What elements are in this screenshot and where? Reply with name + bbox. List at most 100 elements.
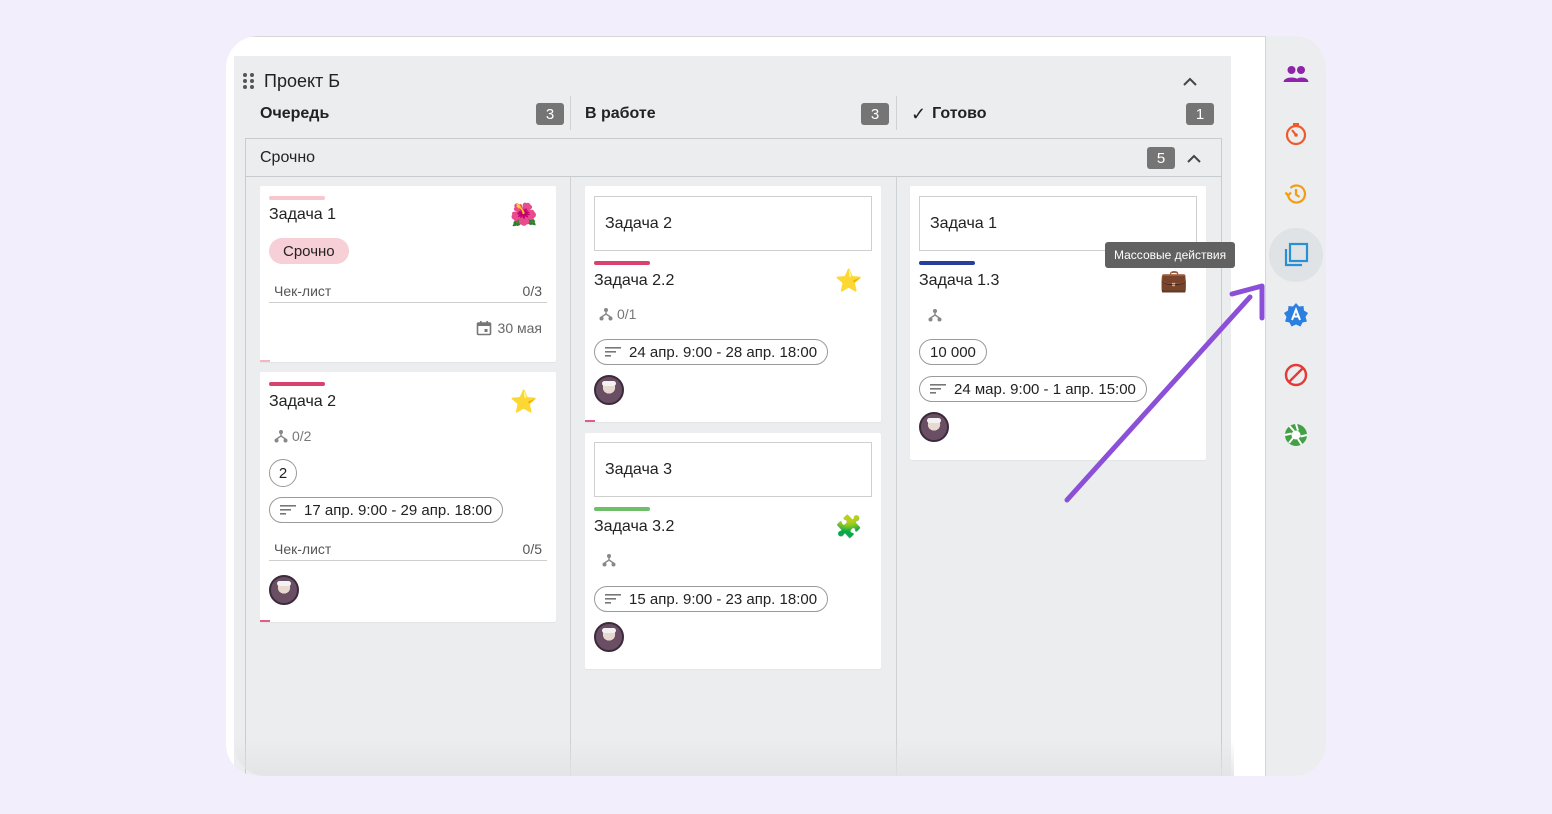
chevron-up-icon xyxy=(1183,77,1197,86)
assignee-avatar[interactable] xyxy=(919,412,949,442)
subtasks-icon xyxy=(602,554,616,567)
flower-icon: 🌺 xyxy=(510,202,538,227)
timeline-icon xyxy=(605,347,621,357)
corner-mark xyxy=(585,420,595,422)
history-icon xyxy=(1284,184,1307,204)
checklist-row[interactable]: Чек-лист 0/3 xyxy=(269,283,547,303)
sidebar-button-bulk-actions[interactable] xyxy=(1269,228,1323,282)
sidebar-button-timer[interactable] xyxy=(1269,107,1323,161)
column-divider xyxy=(896,177,897,776)
date-range-pill[interactable]: 15 апр. 9:00 - 23 апр. 18:00 xyxy=(594,586,829,612)
assignee-avatar[interactable] xyxy=(594,622,624,652)
star-icon: ⭐ xyxy=(510,389,538,414)
task-card[interactable]: Задача 1 🌺 Срочно Чек-лист 0/3 30 мая xyxy=(260,186,556,362)
card-title: Задача 3.2 xyxy=(594,518,675,535)
sidebar-button-history[interactable] xyxy=(1269,167,1323,221)
timeline-icon xyxy=(930,384,946,394)
date-range-pill[interactable]: 24 мар. 9:00 - 1 апр. 15:00 xyxy=(919,376,1147,402)
checklist-count: 0/5 xyxy=(522,541,542,557)
project-collapse-button[interactable] xyxy=(1179,70,1201,92)
estimate-pill[interactable]: 10 000 xyxy=(919,339,987,365)
checklist-label: Чек-лист xyxy=(274,283,332,299)
column-header-done[interactable]: ✓ Готово xyxy=(911,96,987,132)
due-date: 30 мая xyxy=(476,320,542,336)
subtasks-counter[interactable] xyxy=(928,308,942,322)
timeline-icon xyxy=(605,594,621,604)
card-color-bar xyxy=(269,382,325,386)
swimlane-header[interactable]: Срочно 5 xyxy=(246,139,1221,177)
parent-task[interactable]: Задача 3 xyxy=(594,442,872,497)
card-title: Задача 2 xyxy=(269,393,337,410)
task-card[interactable]: Задача 2 ⭐ 0/2 2 17 апр. 9:00 - 29 апр. … xyxy=(260,372,556,622)
bulk-actions-icon xyxy=(1284,242,1309,267)
sidebar-button-aperture[interactable] xyxy=(1269,408,1323,462)
auto-badge-icon xyxy=(1284,303,1308,327)
checklist-row[interactable]: Чек-лист 0/5 xyxy=(269,541,547,561)
column-count-badge: 3 xyxy=(536,103,564,125)
column-label: Очередь xyxy=(260,105,330,122)
task-card[interactable]: Задача 2 Задача 2.2 ⭐ 0/1 24 апр. 9:00 -… xyxy=(585,186,881,422)
swimlane-count-badge: 5 xyxy=(1147,147,1175,169)
date-range-pill[interactable]: 24 апр. 9:00 - 28 апр. 18:00 xyxy=(594,339,829,365)
date-range-text: 15 апр. 9:00 - 23 апр. 18:00 xyxy=(629,590,818,608)
column-label: В работе xyxy=(585,105,656,122)
subtasks-counter[interactable]: 0/2 xyxy=(274,428,311,444)
column-header-in-progress[interactable]: В работе xyxy=(585,96,656,132)
sidebar-button-block[interactable] xyxy=(1269,348,1323,402)
date-range-text: 24 апр. 9:00 - 28 апр. 18:00 xyxy=(629,343,818,361)
calendar-icon xyxy=(476,321,491,336)
due-date-text: 30 мая xyxy=(497,320,542,336)
sidebar-button-people[interactable] xyxy=(1269,47,1323,101)
tag-urgent[interactable]: Срочно xyxy=(269,238,349,264)
column-header-queue[interactable]: Очередь xyxy=(260,96,329,132)
timeline-icon xyxy=(280,505,296,515)
card-color-bar xyxy=(919,261,975,265)
task-card[interactable]: Задача 1 Задача 1.3 💼 10 000 24 мар. 9:0… xyxy=(910,186,1206,460)
app-window: Проект Б Очередь 3 В работе 3 ✓ Готово 1 xyxy=(226,36,1326,776)
timer-icon xyxy=(1285,123,1307,146)
star-icon: ⭐ xyxy=(835,268,863,293)
subtasks-count: 0/1 xyxy=(617,306,637,322)
check-icon: ✓ xyxy=(911,103,927,124)
date-range-pill[interactable]: 17 апр. 9:00 - 29 апр. 18:00 xyxy=(269,497,504,523)
column-count-badge: 1 xyxy=(1186,103,1214,125)
tooltip-bulk-actions: Массовые действия xyxy=(1105,242,1236,268)
swimlane-collapse-button[interactable] xyxy=(1183,147,1205,169)
puzzle-icon: 🧩 xyxy=(835,514,863,539)
sidebar-button-automation[interactable] xyxy=(1269,288,1323,342)
card-color-bar xyxy=(594,261,650,265)
assignee-avatar[interactable] xyxy=(269,575,299,605)
estimate-pill[interactable]: 2 xyxy=(269,459,297,487)
parent-task[interactable]: Задача 2 xyxy=(594,196,872,251)
corner-mark xyxy=(260,360,270,362)
card-color-bar xyxy=(269,196,325,200)
aperture-icon xyxy=(1284,423,1308,446)
card-title: Задача 1.3 xyxy=(919,272,1000,289)
card-color-bar xyxy=(594,507,650,511)
task-card[interactable]: Задача 3 Задача 3.2 🧩 15 апр. 9:00 - 23 … xyxy=(585,433,881,669)
top-divider xyxy=(226,36,1265,37)
column-divider xyxy=(896,96,897,130)
card-title: Задача 1 xyxy=(269,206,337,223)
subtasks-counter[interactable] xyxy=(602,553,616,567)
people-icon xyxy=(1283,66,1309,82)
chevron-up-icon xyxy=(1187,154,1201,163)
corner-mark xyxy=(260,620,270,622)
swimlane-label: Срочно xyxy=(260,148,316,166)
project-header: Проект Б xyxy=(242,64,1221,98)
right-sidebar xyxy=(1265,36,1326,776)
drag-handle-icon[interactable] xyxy=(242,72,256,90)
card-title: Задача 2.2 xyxy=(594,272,675,289)
column-label: Готово xyxy=(932,105,987,122)
subtasks-icon xyxy=(928,309,942,322)
checklist-count: 0/3 xyxy=(522,283,542,299)
assignee-avatar[interactable] xyxy=(594,375,624,405)
column-divider xyxy=(570,96,571,130)
subtasks-count: 0/2 xyxy=(292,428,312,444)
subtasks-counter[interactable]: 0/1 xyxy=(599,306,636,322)
date-range-text: 24 мар. 9:00 - 1 апр. 15:00 xyxy=(954,380,1136,398)
checklist-label: Чек-лист xyxy=(274,541,332,557)
column-count-badge: 3 xyxy=(861,103,889,125)
block-icon xyxy=(1284,363,1308,387)
subtasks-icon xyxy=(599,308,613,321)
